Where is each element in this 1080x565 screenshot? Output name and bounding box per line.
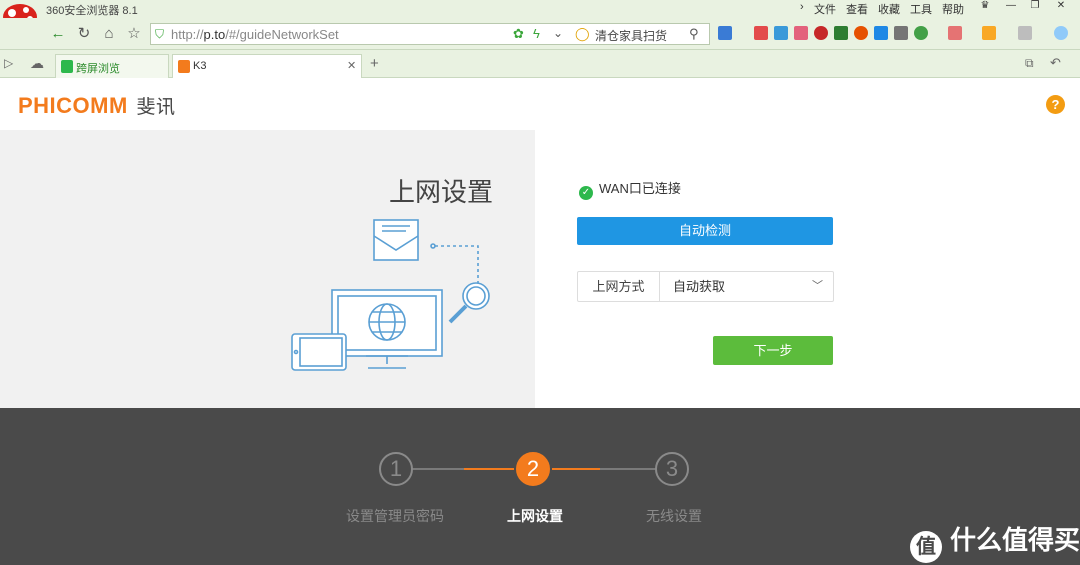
translate-icon[interactable] <box>774 26 788 40</box>
browser-title-bar: 360安全浏览器 8.1 › 文件 查看 收藏 工具 帮助 ♛ — ❐ ✕ <box>0 0 1080 18</box>
step-progress: 1 2 3 设置管理员密码 上网设置 无线设置 值什么值得买 <box>0 408 1080 565</box>
menu-help[interactable]: 帮助 <box>942 1 964 17</box>
tab-close-icon[interactable]: ✕ <box>347 59 356 72</box>
tab-bar: ▷ ☁ 跨屏浏览 K3 ✕ + ⧉ ↶ <box>0 50 1080 78</box>
step-connector-active <box>464 468 514 470</box>
connection-mode-value[interactable]: 自动获取 <box>673 272 725 301</box>
help-button[interactable]: ? <box>1046 95 1065 114</box>
forward-arrow-icon[interactable]: › <box>800 1 804 13</box>
tab-k3[interactable]: K3 ✕ <box>172 54 362 78</box>
refresh-icon[interactable]: ↻ <box>74 24 94 44</box>
image-icon[interactable] <box>1018 26 1032 40</box>
chevron-down-icon[interactable]: ⌄ <box>553 26 563 40</box>
page-header: PHICOMM 斐讯 ? <box>0 78 1080 130</box>
step-2-circle: 2 <box>516 452 550 486</box>
speed-icon[interactable]: ✿ <box>513 26 524 42</box>
brand-logo: PHICOMM 斐讯 <box>18 92 175 119</box>
phicomm-favicon-icon <box>178 60 190 73</box>
brand-name-cn: 斐讯 <box>136 97 176 118</box>
screenshot-icon[interactable] <box>754 26 768 40</box>
watermark-text: 什么值得买 <box>950 525 1080 555</box>
wan-status: ✓ WAN口已连接 <box>579 178 681 200</box>
minimize-icon[interactable]: — <box>1000 0 1022 14</box>
home-icon[interactable]: ⌂ <box>99 24 119 44</box>
search-icon[interactable]: ⚲ <box>689 26 699 42</box>
search-engine-icon[interactable]: ◯ <box>575 26 590 42</box>
menu-favorites[interactable]: 收藏 <box>878 1 900 17</box>
setup-form-panel: ✓ WAN口已连接 自动检测 上网方式 自动获取 ﹀ 下一步 <box>535 130 1080 408</box>
close-icon[interactable]: ✕ <box>1050 0 1072 14</box>
menu-file[interactable]: 文件 <box>814 1 836 17</box>
phone-icon <box>61 60 73 73</box>
zoom-icon[interactable] <box>1054 26 1068 40</box>
record-icon[interactable] <box>854 26 868 40</box>
notes-icon[interactable] <box>794 26 808 40</box>
step-1-label: 设置管理员密码 <box>346 508 444 524</box>
shield-icon: ⛉ <box>155 27 165 41</box>
gift-icon[interactable] <box>982 26 996 40</box>
adblock-icon[interactable] <box>814 26 828 40</box>
menu-view[interactable]: 查看 <box>846 1 868 17</box>
cloud-icon[interactable]: ☁ <box>30 55 44 72</box>
tab-cross-screen[interactable]: 跨屏浏览 <box>55 54 169 78</box>
watermark-logo-icon: 值 <box>910 531 942 563</box>
browser-toolbar: ← ↻ ⌂ ☆ ⛉ http://p.to/#/guideNetworkSet … <box>0 18 1080 50</box>
step-3-circle: 3 <box>655 452 689 486</box>
step-2-label: 上网设置 <box>507 508 563 524</box>
tab-label: K3 <box>193 60 207 72</box>
money-icon[interactable] <box>914 26 928 40</box>
lightning-icon[interactable]: ϟ <box>533 26 540 41</box>
menu-tools[interactable]: 工具 <box>910 1 932 17</box>
connection-mode-label: 上网方式 <box>578 272 660 301</box>
step-1-circle: 1 <box>379 452 413 486</box>
step-connector <box>412 468 466 470</box>
page-title: 上网设置 <box>389 177 494 207</box>
connection-mode-select[interactable]: 上网方式 自动获取 ﹀ <box>577 271 834 302</box>
address-bar[interactable]: ⛉ http://p.to/#/guideNetworkSet ✿ ϟ ⌄ ◯ … <box>150 23 710 45</box>
tab-label: 跨屏浏览 <box>76 63 120 75</box>
brand-name: PHICOMM <box>18 93 128 118</box>
restore-icon[interactable]: ❐ <box>1024 0 1046 14</box>
undo-icon[interactable]: ↶ <box>1050 55 1061 71</box>
auto-detect-button[interactable]: 自动检测 <box>577 217 833 245</box>
step-3-label: 无线设置 <box>646 508 702 524</box>
star-icon[interactable]: ☆ <box>124 24 144 44</box>
restore-tabs-icon[interactable]: ⧉ <box>1025 56 1034 71</box>
network-illustration-icon <box>291 219 490 371</box>
sidebar-toggle-icon[interactable]: ▷ <box>4 56 13 70</box>
wan-status-text: WAN口已连接 <box>599 181 681 196</box>
watermark: 值什么值得买 <box>910 520 1080 563</box>
step-connector-active <box>552 468 602 470</box>
chevron-down-icon[interactable]: ﹀ <box>812 272 823 301</box>
weibo-icon[interactable] <box>874 26 888 40</box>
back-icon[interactable]: ← <box>48 24 68 44</box>
reader-icon[interactable] <box>948 26 962 40</box>
skin-icon[interactable]: ♛ <box>974 0 996 14</box>
url-text[interactable]: http://p.to/#/guideNetworkSet <box>171 27 339 42</box>
check-icon: ✓ <box>579 186 593 200</box>
next-step-button[interactable]: 下一步 <box>713 336 833 365</box>
edit-icon[interactable] <box>834 26 848 40</box>
apps-icon[interactable] <box>718 26 732 40</box>
browser-title: 360安全浏览器 8.1 <box>46 5 138 17</box>
cleaner-icon[interactable] <box>894 26 908 40</box>
search-suggestion[interactable]: 清仓家具扫货 <box>595 27 667 44</box>
step-connector <box>600 468 658 470</box>
new-tab-button[interactable]: + <box>370 55 379 72</box>
illustration-panel: 上网设置 <box>0 130 535 408</box>
